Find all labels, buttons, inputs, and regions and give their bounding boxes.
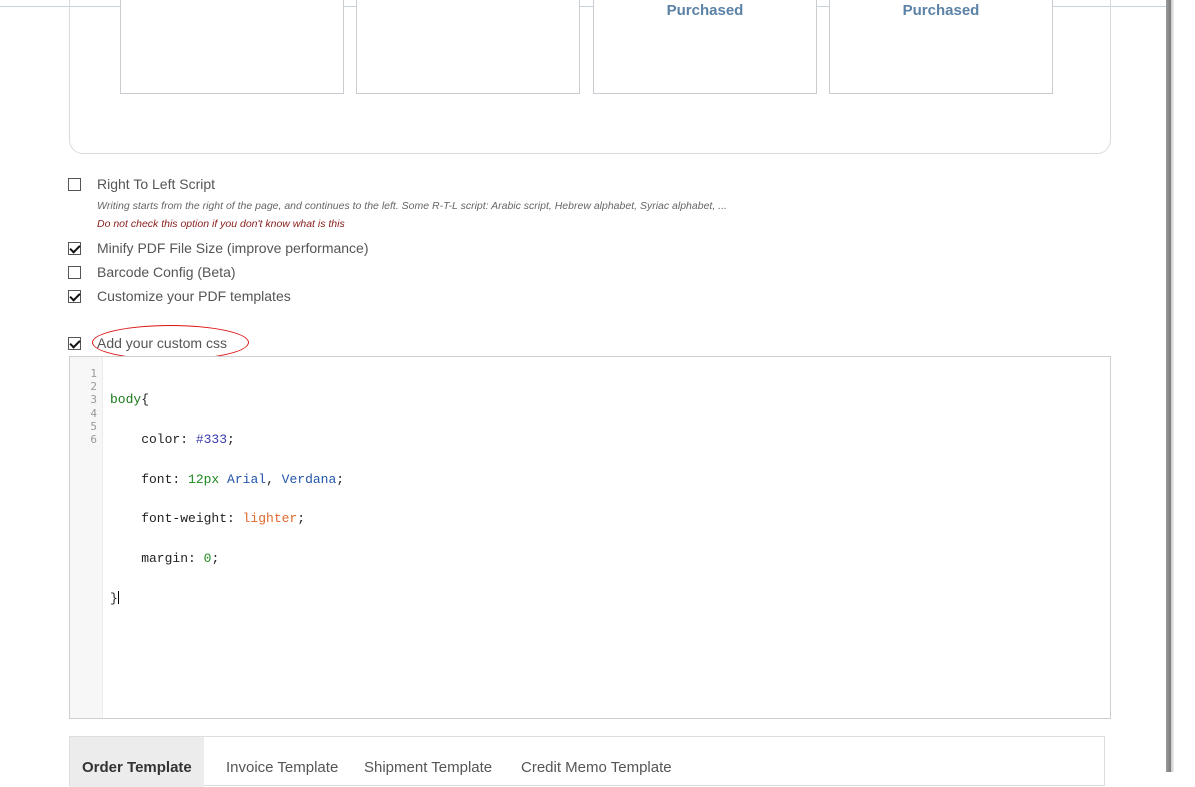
code-line: font-weight: lighter;: [110, 511, 306, 527]
tab-order-template[interactable]: Order Template: [70, 737, 204, 787]
highlight-annotation-oval: [92, 325, 249, 360]
minify-checkbox[interactable]: [68, 241, 81, 255]
page-scroll-edge-highlight: [1171, 0, 1174, 772]
template-status: Purchased: [666, 2, 744, 19]
rtl-label: Right To Left Script: [97, 176, 216, 192]
template-tabs: Order Template Invoice Template Shipment…: [69, 736, 1105, 787]
line-number: 1: [90, 367, 97, 380]
tab-credit-memo-template[interactable]: Credit Memo Template: [521, 759, 672, 776]
line-number: 3: [90, 393, 97, 407]
editor-gutter: 1 2 3 4 5 6: [70, 357, 103, 718]
rtl-checkbox[interactable]: [68, 177, 81, 191]
line-numbers: 1 2 3 4 5 6: [70, 367, 97, 446]
template-selection-panel: Purchased Purchased: [69, 0, 1111, 154]
text-cursor: [117, 591, 119, 605]
line-number: 2: [90, 380, 97, 394]
code-line: font: 12px Arial, Verdana;: [110, 471, 345, 487]
custom-css-editor[interactable]: 1 2 3 4 5 6 body{ color: #333; font: 12p…: [69, 356, 1111, 719]
option-rtl: Right To Left Script: [68, 176, 215, 192]
template-status: Purchased: [902, 2, 980, 19]
template-option-2[interactable]: [356, 0, 580, 94]
customize-label: Customize your PDF templates: [97, 288, 291, 304]
option-minify: Minify PDF File Size (improve performanc…: [68, 240, 369, 256]
code-content[interactable]: body{ color: #333; font: 12px Arial, Ver…: [110, 367, 344, 632]
code-line: color: #333;: [110, 432, 235, 448]
rtl-warning: Do not check this option if you don't kn…: [97, 218, 345, 230]
template-option-1[interactable]: [120, 0, 344, 94]
barcode-checkbox[interactable]: [68, 265, 81, 279]
tab-shipment-template[interactable]: Shipment Template: [364, 759, 492, 776]
option-customize: Customize your PDF templates: [68, 288, 291, 304]
code-line: }: [110, 591, 119, 607]
line-number: 6: [90, 433, 97, 447]
code-line: body{: [110, 392, 150, 408]
template-option-4[interactable]: Purchased: [829, 0, 1053, 94]
barcode-label: Barcode Config (Beta): [97, 264, 236, 280]
minify-label: Minify PDF File Size (improve performanc…: [97, 240, 369, 256]
template-option-3[interactable]: Purchased: [593, 0, 817, 94]
line-number: 5: [90, 419, 97, 433]
code-line: margin: 0;: [110, 550, 220, 566]
line-number: 4: [90, 406, 97, 420]
tab-invoice-template[interactable]: Invoice Template: [226, 759, 338, 776]
custom-css-checkbox[interactable]: [68, 336, 81, 350]
option-barcode: Barcode Config (Beta): [68, 264, 236, 280]
rtl-hint: Writing starts from the right of the pag…: [97, 200, 727, 212]
customize-checkbox[interactable]: [68, 289, 81, 303]
